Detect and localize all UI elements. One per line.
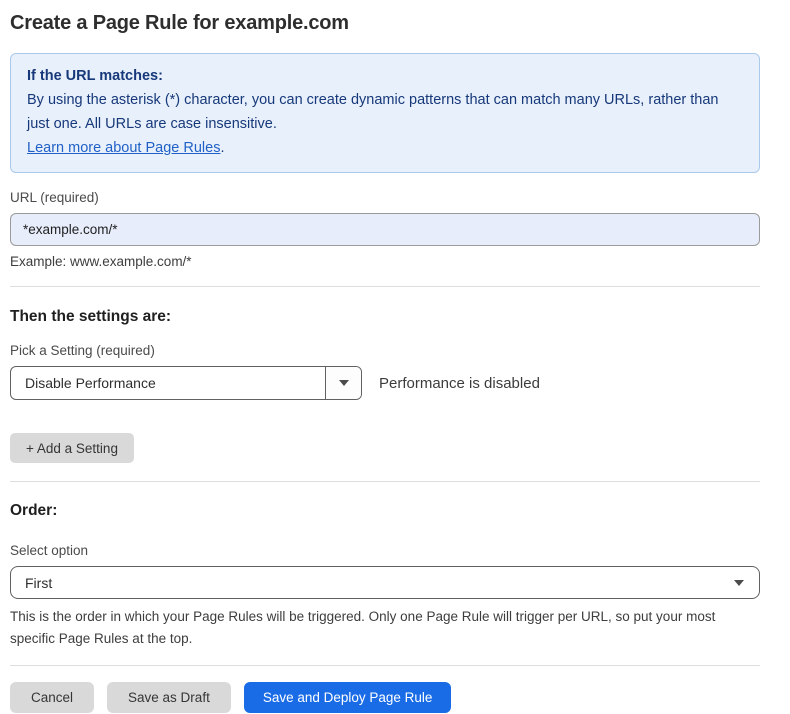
order-select[interactable]: First <box>10 566 760 599</box>
setting-select-arrow-button[interactable] <box>325 367 361 399</box>
create-page-rule-form: Create a Page Rule for example.com If th… <box>0 0 790 713</box>
divider <box>10 481 760 482</box>
url-label: URL (required) <box>10 190 760 205</box>
chevron-down-icon <box>339 380 349 386</box>
order-section-heading: Order: <box>10 502 760 520</box>
setting-row: Disable Performance Performance is disab… <box>10 366 760 400</box>
url-example-text: Example: www.example.com/* <box>10 254 760 269</box>
link-period: . <box>220 140 224 156</box>
cancel-button[interactable]: Cancel <box>10 682 94 713</box>
info-box-heading: If the URL matches: <box>27 64 743 88</box>
order-select-value: First <box>11 575 734 591</box>
select-option-label: Select option <box>10 543 760 558</box>
add-setting-button[interactable]: + Add a Setting <box>10 433 134 463</box>
setting-select-value: Disable Performance <box>11 375 325 391</box>
setting-status-text: Performance is disabled <box>379 375 540 392</box>
setting-select[interactable]: Disable Performance <box>10 366 362 400</box>
divider <box>10 665 760 666</box>
info-box-link-line: Learn more about Page Rules. <box>27 136 743 160</box>
footer-actions: Cancel Save as Draft Save and Deploy Pag… <box>10 682 760 713</box>
url-match-info-box: If the URL matches: By using the asteris… <box>10 53 760 173</box>
save-draft-button[interactable]: Save as Draft <box>107 682 231 713</box>
info-box-body: By using the asterisk (*) character, you… <box>27 88 727 136</box>
pick-setting-label: Pick a Setting (required) <box>10 343 760 358</box>
settings-section-heading: Then the settings are: <box>10 308 760 326</box>
save-deploy-button[interactable]: Save and Deploy Page Rule <box>244 682 452 713</box>
learn-more-link[interactable]: Learn more about Page Rules <box>27 140 220 156</box>
chevron-down-icon <box>734 580 744 586</box>
url-input[interactable] <box>10 213 760 246</box>
divider <box>10 286 760 287</box>
page-title: Create a Page Rule for example.com <box>10 12 760 35</box>
order-help-text: This is the order in which your Page Rul… <box>10 606 755 650</box>
